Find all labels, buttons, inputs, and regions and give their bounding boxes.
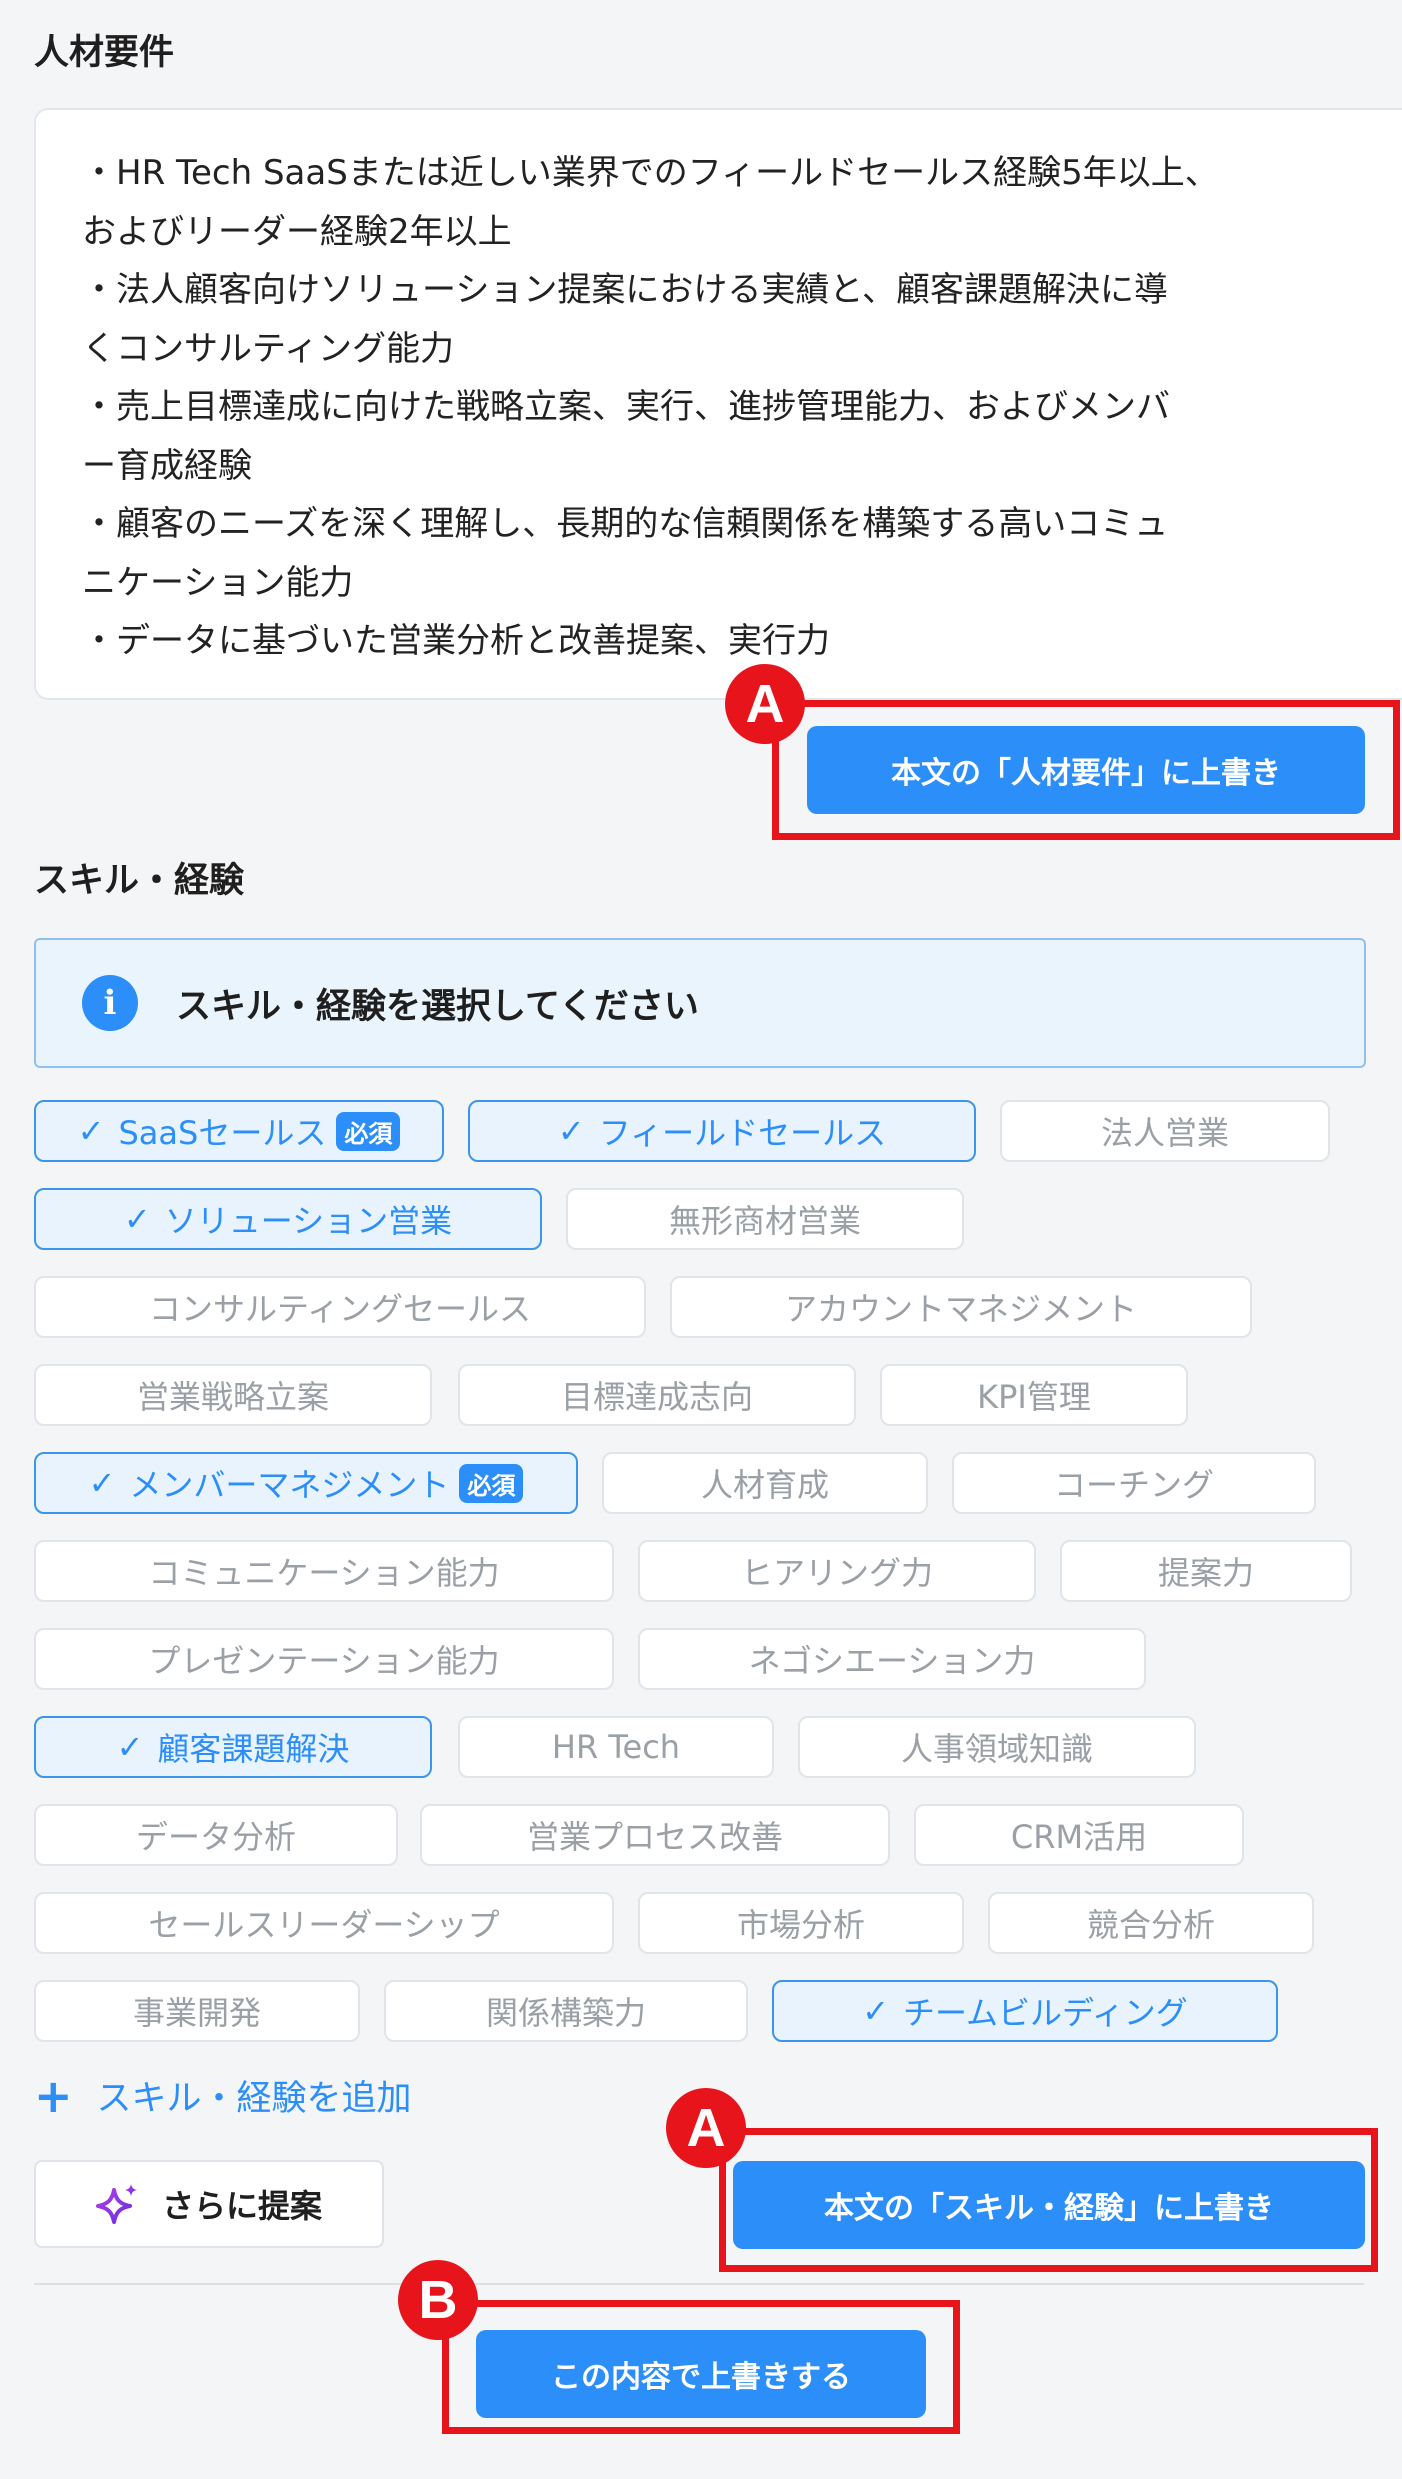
skill-chip[interactable]: 人材育成 (602, 1452, 928, 1514)
check-icon: ✓ (88, 1464, 116, 1502)
requirements-textarea[interactable]: ・HR Tech SaaSまたは近しい業界でのフィールドセールス経験5年以上、 … (34, 108, 1402, 700)
skill-chip[interactable]: ヒアリング力 (638, 1540, 1036, 1602)
skill-chip-label: 人材育成 (700, 1466, 829, 1504)
skill-chip[interactable]: 競合分析 (988, 1892, 1314, 1954)
skill-chip-label: チームビルディング (903, 1994, 1188, 2032)
requirements-line: ・法人顧客向けソリューション提案における実績と、顧客課題解決に導 (82, 270, 1168, 310)
skill-chip-label: 営業戦略立案 (136, 1378, 329, 1416)
skill-chip-label: ネゴシエーション力 (748, 1642, 1036, 1680)
add-skill-label: スキル・経験を追加 (96, 2079, 412, 2119)
skill-chip[interactable]: データ分析 (34, 1804, 398, 1866)
skill-chip-label: SaaSセールス (118, 1114, 327, 1152)
skill-chip[interactable]: 事業開発 (34, 1980, 360, 2042)
requirements-line: ー育成経験 (82, 445, 252, 486)
skill-chip[interactable]: CRM活用 (914, 1804, 1244, 1866)
skill-chip-label: CRM活用 (1010, 1818, 1148, 1856)
skill-chip-label: 事業開発 (132, 1994, 261, 2032)
skill-chip-label: メンバーマネジメント (129, 1466, 450, 1504)
marker-b: B (398, 2260, 478, 2340)
requirements-line: ・売上目標達成に向けた戦略立案、実行、進捗管理能力、およびメンバ (82, 387, 1170, 427)
skill-chip-label: 顧客課題解決 (157, 1730, 350, 1768)
skill-chip[interactable]: 営業戦略立案 (34, 1364, 432, 1426)
skill-chip-label: プレゼンテーション能力 (148, 1642, 500, 1680)
skill-chip[interactable]: 人事領域知識 (798, 1716, 1196, 1778)
skill-chip-label: 関係構築力 (485, 1994, 646, 2032)
skill-chip[interactable]: 法人営業 (1000, 1100, 1330, 1162)
requirements-title: 人材要件 (34, 33, 175, 73)
skill-chip-label: セールスリーダーシップ (148, 1906, 500, 1944)
skill-chip-label: フィールドセールス (598, 1114, 887, 1152)
required-badge: 必須 (336, 1111, 401, 1151)
requirements-line: くコンサルティング能力 (82, 328, 454, 369)
suggest-more-label: さらに提案 (161, 2187, 322, 2225)
skill-chip[interactable]: ✓ 顧客課題解決 (34, 1716, 432, 1778)
skill-chip[interactable]: コミュニケーション能力 (34, 1540, 614, 1602)
skill-chip[interactable]: アカウントマネジメント (670, 1276, 1252, 1338)
skill-chip[interactable]: 市場分析 (638, 1892, 964, 1954)
skill-chip[interactable]: ✓ チームビルディング (772, 1980, 1278, 2042)
divider (34, 2283, 1364, 2285)
requirements-line: ニケーション能力 (82, 562, 354, 603)
check-icon: ✓ (123, 1200, 151, 1238)
skill-chip[interactable]: ✓ メンバーマネジメント 必須 (34, 1452, 578, 1514)
marker-a: A (666, 2088, 746, 2168)
skill-chip[interactable]: ✓ フィールドセールス (468, 1100, 976, 1162)
check-icon: ✓ (77, 1112, 105, 1150)
skill-chip-label: 法人営業 (1100, 1114, 1229, 1152)
skill-chip[interactable]: プレゼンテーション能力 (34, 1628, 614, 1690)
info-icon: i (82, 975, 138, 1031)
skill-chip-label: 人事領域知識 (900, 1730, 1093, 1768)
plus-icon: + (34, 2068, 73, 2123)
skill-chip[interactable]: 提案力 (1060, 1540, 1352, 1602)
skill-chip[interactable]: 目標達成志向 (458, 1364, 856, 1426)
info-text: スキル・経験を選択してください (176, 986, 699, 1027)
highlight-box-b (442, 2300, 960, 2434)
skill-chip-label: 目標達成志向 (560, 1378, 753, 1416)
suggest-more-button[interactable]: さらに提案 (34, 2160, 384, 2248)
skills-title: スキル・経験 (34, 861, 245, 901)
skill-chip-label: HR Tech (551, 1728, 681, 1766)
skill-chip[interactable]: 関係構築力 (384, 1980, 748, 2042)
highlight-box-a (719, 2128, 1378, 2272)
skill-chip[interactable]: HR Tech (458, 1716, 774, 1778)
skill-chip-label: 競合分析 (1086, 1906, 1215, 1944)
skill-chip[interactable]: 無形商材営業 (566, 1188, 964, 1250)
marker-a: A (725, 664, 805, 744)
skill-chip-label: KPI管理 (977, 1378, 1091, 1416)
skill-chip-label: ヒアリング力 (740, 1554, 933, 1592)
skill-chip-label: コーチング (1053, 1466, 1214, 1504)
add-skill-link[interactable]: + スキル・経験を追加 (34, 2070, 412, 2121)
skill-chip-label: 無形商材営業 (668, 1202, 861, 1240)
skill-chip[interactable]: 営業プロセス改善 (420, 1804, 890, 1866)
requirements-line: ・データに基づいた営業分析と改善提案、実行力 (82, 621, 830, 661)
check-icon: ✓ (116, 1728, 144, 1766)
skill-chip-label: データ分析 (135, 1818, 296, 1856)
skill-chip[interactable]: ネゴシエーション力 (638, 1628, 1146, 1690)
requirements-line: およびリーダー経験2年以上 (82, 211, 512, 252)
skill-chip[interactable]: セールスリーダーシップ (34, 1892, 614, 1954)
skill-chip-label: コンサルティングセールス (148, 1290, 532, 1328)
requirements-line: ・HR Tech SaaSまたは近しい業界でのフィールドセールス経験5年以上、 (82, 153, 1219, 193)
skill-chip-label: 営業プロセス改善 (526, 1818, 783, 1856)
highlight-box-a (772, 700, 1400, 840)
skill-chip[interactable]: コンサルティングセールス (34, 1276, 646, 1338)
requirements-line: ・顧客のニーズを深く理解し、長期的な信頼関係を構築する高いコミュ (82, 504, 1169, 544)
skill-chip-label: 市場分析 (736, 1906, 865, 1944)
required-badge: 必須 (459, 1463, 524, 1503)
check-icon: ✓ (557, 1112, 585, 1150)
skill-chip-label: 提案力 (1157, 1554, 1254, 1592)
skill-chip-label: コミュニケーション能力 (148, 1554, 500, 1592)
skill-chip[interactable]: コーチング (952, 1452, 1316, 1514)
skill-chip-label: ソリューション営業 (164, 1202, 453, 1240)
check-icon: ✓ (862, 1992, 889, 2030)
skill-chip-label: アカウントマネジメント (784, 1290, 1137, 1328)
sparkle-icon (95, 2184, 137, 2224)
info-banner: i スキル・経験を選択してください (34, 938, 1366, 1068)
skill-chip[interactable]: ✓ SaaSセールス 必須 (34, 1100, 444, 1162)
skill-chip[interactable]: KPI管理 (880, 1364, 1188, 1426)
skill-chip[interactable]: ✓ ソリューション営業 (34, 1188, 542, 1250)
